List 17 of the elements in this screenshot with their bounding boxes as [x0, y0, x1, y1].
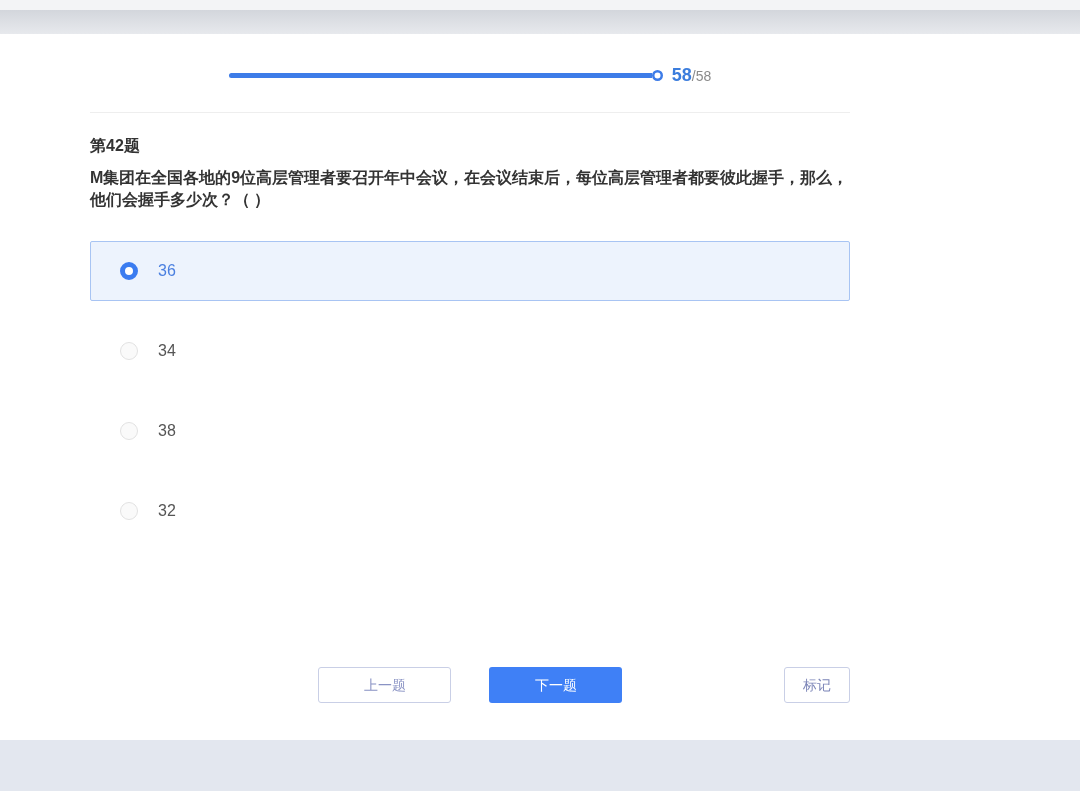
mark-button[interactable]: 标记 [784, 667, 850, 703]
question-text: M集团在全国各地的9位高层管理者要召开年中会议，在会议结束后，每位高层管理者都要彼此握手，那么，他们会握手多少次？（ ） [90, 168, 850, 210]
radio-empty-icon[interactable] [120, 342, 138, 360]
option-label: 32 [158, 501, 176, 521]
radio-empty-icon[interactable] [120, 502, 138, 520]
progress-total: /58 [691, 66, 712, 86]
option-label: 34 [158, 341, 176, 361]
option-label: 36 [158, 261, 176, 281]
radio-selected-icon[interactable] [120, 262, 138, 280]
next-question-button[interactable]: 下一题 [489, 667, 622, 703]
previous-question-button[interactable]: 上一题 [318, 667, 451, 703]
progress-current: 58 [671, 64, 692, 85]
question-number: 第42题 [90, 136, 141, 156]
progress-marker-icon [651, 69, 663, 81]
answer-option[interactable]: 36 [90, 241, 850, 301]
radio-empty-icon[interactable] [120, 422, 138, 440]
option-label: 38 [158, 421, 176, 441]
